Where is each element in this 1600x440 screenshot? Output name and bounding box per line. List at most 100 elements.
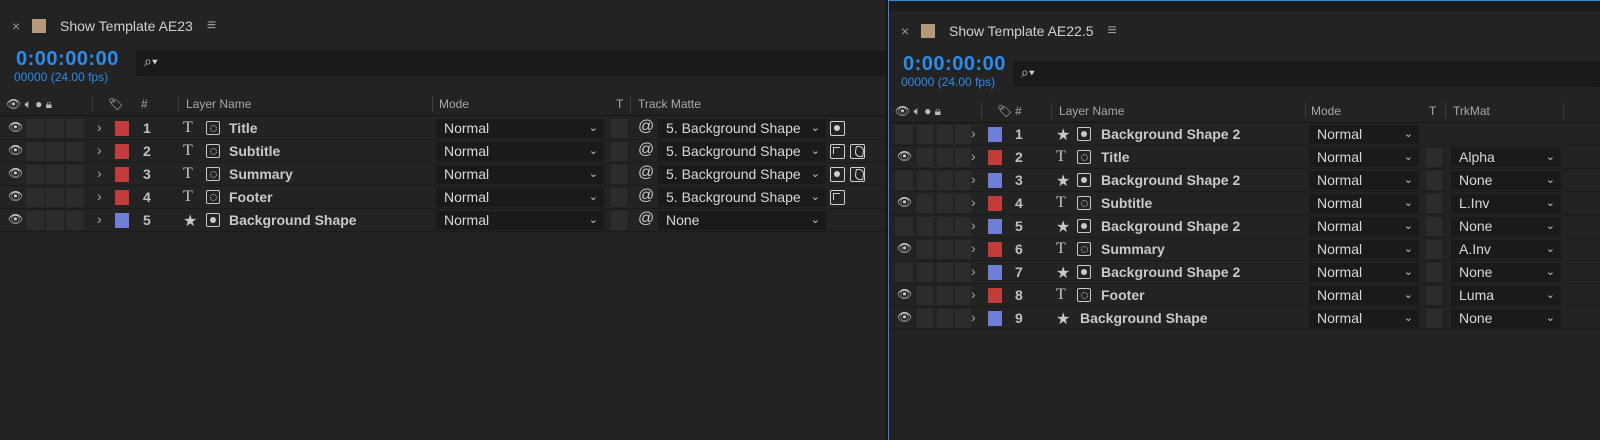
preserve-transparency-cell[interactable] (1426, 194, 1442, 213)
lock-toggle-cell[interactable] (955, 125, 971, 144)
track-matte-dropdown[interactable]: 5. Background Shape ⌄ (658, 165, 826, 184)
audio-toggle-cell[interactable] (917, 286, 933, 305)
layer-name[interactable]: Background Shape (229, 212, 357, 228)
matte-leaf-icon[interactable] (850, 167, 865, 182)
layer-name[interactable]: Background Shape 2 (1101, 126, 1240, 142)
preserve-transparency-cell[interactable] (611, 119, 627, 138)
layer-name[interactable]: Title (1101, 149, 1130, 165)
track-matte-dropdown[interactable]: L.Inv ⌄ (1451, 194, 1561, 213)
solo-toggle-cell[interactable] (937, 148, 953, 167)
blend-mode-dropdown[interactable]: Normal ⌄ (436, 211, 604, 230)
pickwhip-icon[interactable]: @ (638, 187, 654, 205)
solo-toggle-cell[interactable] (46, 211, 64, 230)
audio-toggle-cell[interactable] (917, 263, 933, 282)
panel-menu-icon[interactable]: ≡ (1108, 22, 1117, 40)
layer-name[interactable]: Subtitle (1101, 195, 1152, 211)
preserve-transparency-cell[interactable] (611, 165, 627, 184)
audio-toggle-cell[interactable] (26, 142, 44, 161)
track-matte-dropdown[interactable]: None ⌄ (1451, 171, 1561, 190)
column-divider[interactable] (1445, 103, 1446, 119)
preserve-transparency-cell[interactable] (1426, 240, 1442, 259)
audio-toggle-cell[interactable] (917, 217, 933, 236)
expand-chevron-icon[interactable]: › (97, 165, 102, 181)
track-matte-dropdown[interactable]: 5. Background Shape ⌄ (658, 119, 826, 138)
expand-chevron-icon[interactable]: › (971, 263, 976, 279)
column-divider[interactable] (981, 103, 982, 119)
expand-chevron-icon[interactable]: › (971, 309, 976, 325)
header-trkmat[interactable]: TrkMat (1453, 104, 1490, 118)
label-color-swatch[interactable] (988, 127, 1002, 142)
layer-row[interactable]: 👁︎ › 8 T Footer Normal ⌄ Luma ⌄ (889, 284, 1600, 307)
preserve-transparency-cell[interactable] (611, 211, 627, 230)
lock-toggle-cell[interactable] (955, 217, 971, 236)
column-divider[interactable] (630, 96, 631, 112)
visibility-eye-icon[interactable]: 👁︎ (8, 143, 23, 157)
label-color-swatch[interactable] (115, 190, 129, 205)
track-matte-dropdown[interactable]: 5. Background Shape ⌄ (658, 188, 826, 207)
blend-mode-dropdown[interactable]: Normal ⌄ (1309, 171, 1419, 190)
layer-search-input[interactable]: ⌕▾ (1013, 61, 1600, 87)
label-color-swatch[interactable] (988, 288, 1002, 303)
header-layer-name[interactable]: Layer Name (1059, 104, 1124, 118)
column-divider[interactable] (178, 96, 179, 112)
label-color-swatch[interactable] (115, 144, 129, 159)
visibility-eye-icon[interactable]: 👁︎ (8, 189, 23, 203)
expand-chevron-icon[interactable]: › (971, 171, 976, 187)
preserve-transparency-cell[interactable] (611, 188, 627, 207)
close-tab-icon[interactable]: × (12, 18, 32, 34)
audio-toggle-cell[interactable] (917, 240, 933, 259)
pickwhip-icon[interactable]: @ (638, 141, 654, 159)
visibility-toggle-cell[interactable] (895, 125, 913, 144)
solo-toggle-cell[interactable] (937, 217, 953, 236)
label-color-swatch[interactable] (988, 242, 1002, 257)
solo-toggle-cell[interactable] (937, 309, 953, 328)
visibility-eye-icon[interactable]: 👁︎ (897, 149, 912, 163)
header-mode[interactable]: Mode (1311, 104, 1341, 118)
solo-toggle-cell[interactable] (937, 194, 953, 213)
audio-toggle-cell[interactable] (917, 171, 933, 190)
track-matte-dropdown[interactable]: None ⌄ (1451, 217, 1561, 236)
track-matte-dropdown[interactable]: 5. Background Shape ⌄ (658, 142, 826, 161)
audio-toggle-cell[interactable] (917, 194, 933, 213)
current-time-display[interactable]: 0:00:00:00 (903, 53, 1006, 76)
matte-corner-icon[interactable] (830, 190, 845, 205)
label-color-swatch[interactable] (988, 219, 1002, 234)
pickwhip-icon[interactable]: @ (638, 210, 654, 228)
solo-toggle-cell[interactable] (46, 165, 64, 184)
label-color-swatch[interactable] (988, 150, 1002, 165)
close-tab-icon[interactable]: × (901, 23, 921, 39)
label-color-swatch[interactable] (115, 167, 129, 182)
visibility-eye-icon[interactable]: 👁︎ (897, 241, 912, 255)
matte-dot-icon[interactable] (830, 121, 845, 136)
layer-name[interactable]: Subtitle (229, 143, 280, 159)
track-matte-dropdown[interactable]: Luma ⌄ (1451, 286, 1561, 305)
column-divider[interactable] (1051, 103, 1052, 119)
blend-mode-dropdown[interactable]: Normal ⌄ (436, 188, 604, 207)
lock-toggle-cell[interactable] (955, 309, 971, 328)
lock-toggle-cell[interactable] (66, 211, 84, 230)
visibility-eye-icon[interactable]: 👁︎ (8, 120, 23, 134)
search-icon[interactable]: ⌕▾ (1021, 64, 1035, 81)
visibility-eye-icon[interactable]: 👁︎ (8, 212, 23, 226)
layer-row[interactable]: 👁︎ › 5 ★ Background Shape Normal ⌄ @ None ⌄ (0, 209, 886, 232)
expand-chevron-icon[interactable]: › (971, 148, 976, 164)
blend-mode-dropdown[interactable]: Normal ⌄ (1309, 286, 1419, 305)
search-icon[interactable]: ⌕▾ (144, 53, 158, 70)
layer-name[interactable]: Footer (229, 189, 273, 205)
solo-toggle-cell[interactable] (937, 171, 953, 190)
preserve-transparency-cell[interactable] (1426, 263, 1442, 282)
layer-name[interactable]: Summary (229, 166, 293, 182)
solo-toggle-cell[interactable] (937, 240, 953, 259)
label-color-swatch[interactable] (988, 265, 1002, 280)
expand-chevron-icon[interactable]: › (971, 286, 976, 302)
lock-toggle-cell[interactable] (955, 148, 971, 167)
label-color-swatch[interactable] (115, 213, 129, 228)
layer-row[interactable]: 👁︎ › 4 T Subtitle Normal ⌄ L.Inv ⌄ (889, 192, 1600, 215)
visibility-toggle-cell[interactable] (895, 171, 913, 190)
lock-toggle-cell[interactable] (66, 142, 84, 161)
comp-tab[interactable]: × Show Template AE22.5 ≡ (889, 13, 1600, 49)
blend-mode-dropdown[interactable]: Normal ⌄ (1309, 309, 1419, 328)
current-time-display[interactable]: 0:00:00:00 (16, 48, 119, 71)
solo-toggle-cell[interactable] (46, 188, 64, 207)
layer-row[interactable]: › 7 ★ Background Shape 2 Normal ⌄ None ⌄ (889, 261, 1600, 284)
